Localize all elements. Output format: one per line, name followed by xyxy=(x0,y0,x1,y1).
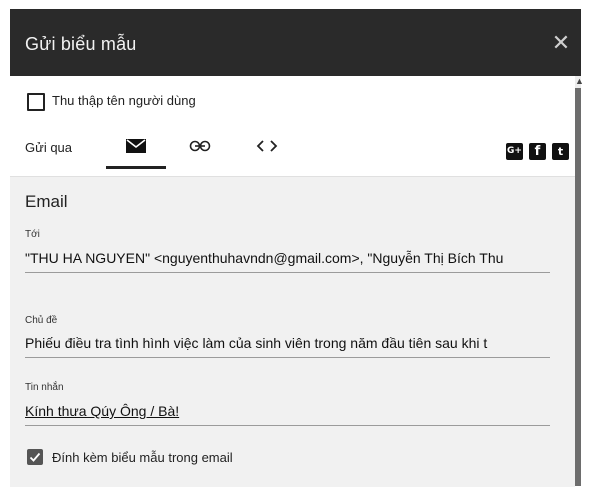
email-panel: Email Tới "THU HA NGUYEN" <nguyenthuhavn… xyxy=(10,176,575,487)
subject-field[interactable]: Phiếu điều tra tình hình việc làm của si… xyxy=(25,335,550,358)
google-plus-icon[interactable]: G+ xyxy=(506,143,523,160)
scrollbar-thumb[interactable] xyxy=(575,88,581,486)
send-form-dialog: Gửi biểu mẫu ✕ Thu thập tên người dùng G… xyxy=(10,9,584,487)
attach-form-checkbox[interactable] xyxy=(27,449,43,465)
dialog-title: Gửi biểu mẫu xyxy=(25,34,137,54)
attach-form-label: Đính kèm biểu mẫu trong email xyxy=(52,450,233,465)
to-label: Tới xyxy=(25,229,40,240)
send-via-label: Gửi qua xyxy=(25,140,73,155)
email-icon xyxy=(126,139,146,153)
tab-link[interactable] xyxy=(180,128,220,166)
tab-email[interactable] xyxy=(106,128,166,169)
twitter-icon[interactable]: t xyxy=(552,143,569,160)
message-field[interactable]: Kính thưa Qúy Ông / Bà! xyxy=(25,403,550,426)
tab-embed[interactable] xyxy=(247,128,287,166)
send-options: Thu thập tên người dùng Gửi qua G+ f t xyxy=(10,76,575,176)
scroll-up-arrow-icon[interactable]: ▲ xyxy=(575,76,584,86)
email-heading: Email xyxy=(25,192,68,211)
link-icon xyxy=(189,140,211,152)
message-label: Tin nhắn xyxy=(25,382,64,393)
dialog-titlebar: Gửi biểu mẫu ✕ xyxy=(10,9,581,76)
scrollbar[interactable]: ▲ xyxy=(575,76,584,486)
embed-code-icon xyxy=(256,140,278,152)
message-text: Kính thưa Qúy Ông / Bà! xyxy=(25,403,180,419)
subject-label: Chủ đề xyxy=(25,315,58,326)
collect-username-label: Thu thập tên người dùng xyxy=(52,93,196,108)
facebook-icon[interactable]: f xyxy=(529,143,546,160)
check-icon xyxy=(29,452,41,462)
to-field[interactable]: "THU HA NGUYEN" <nguyenthuhavndn@gmail.c… xyxy=(25,250,550,273)
collect-username-checkbox[interactable] xyxy=(27,93,45,111)
close-icon[interactable]: ✕ xyxy=(549,31,573,55)
